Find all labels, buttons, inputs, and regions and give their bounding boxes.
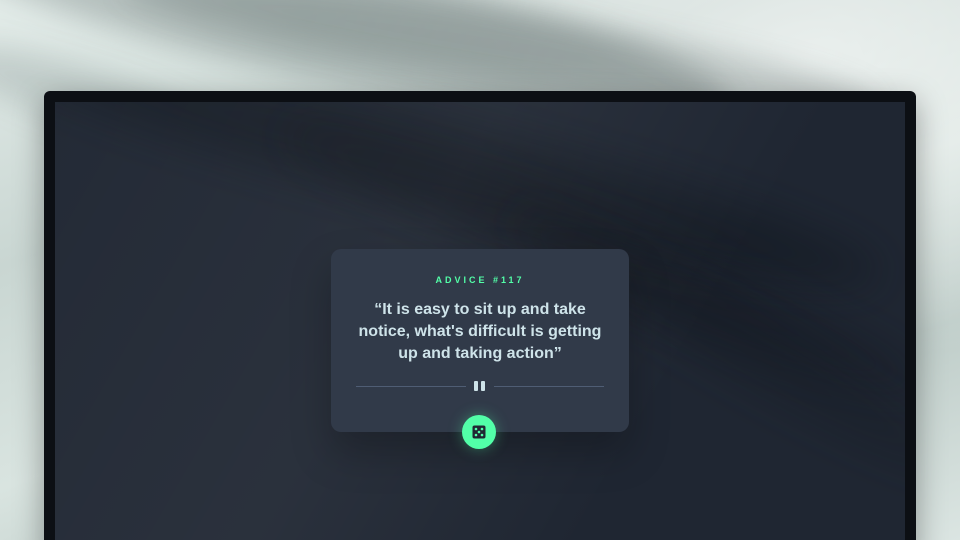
new-advice-button[interactable] [462,415,496,449]
pause-icon [473,381,487,391]
advice-card: ADVICE #117 “It is easy to sit up and ta… [331,249,629,449]
pattern-divider [356,380,604,392]
divider-line-left [356,386,466,387]
monitor-frame: ADVICE #117 “It is easy to sit up and ta… [44,91,916,540]
app-screen: ADVICE #117 “It is easy to sit up and ta… [55,102,905,540]
advice-quote: “It is easy to sit up and take notice, w… [358,301,602,362]
advice-id-label: ADVICE #117 [435,275,525,285]
dice-icon [472,425,486,439]
divider-line-right [494,386,604,387]
